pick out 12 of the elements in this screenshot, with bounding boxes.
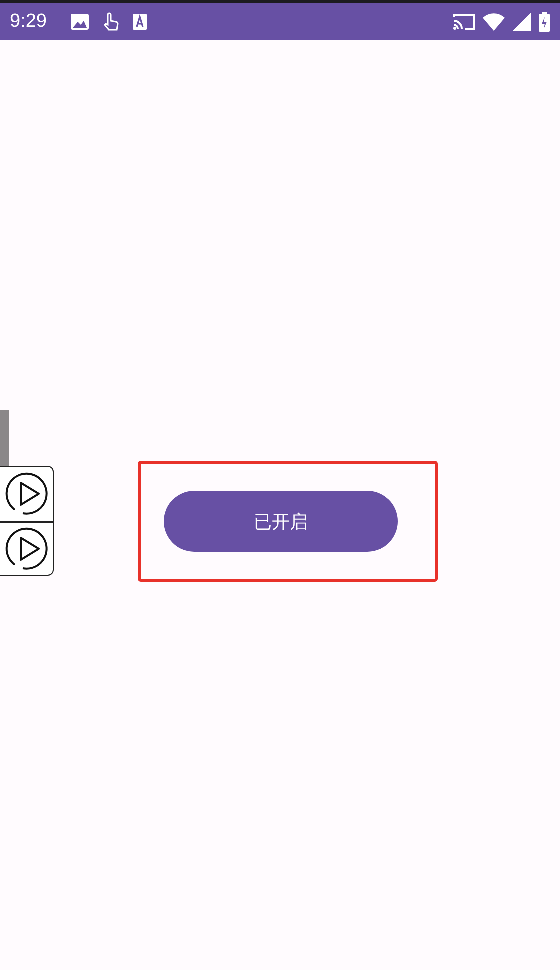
image-icon: [70, 14, 89, 30]
signal-icon: [513, 12, 531, 30]
toggle-button[interactable]: 已开启: [164, 491, 398, 552]
play-icon: [4, 526, 50, 572]
wifi-icon: [483, 12, 505, 30]
text-icon: [132, 14, 147, 30]
play-icon: [4, 471, 50, 517]
status-time: 9:29: [10, 10, 47, 32]
cast-icon: [453, 12, 475, 30]
hand-icon: [102, 12, 119, 32]
battery-icon: [539, 12, 550, 32]
drag-handle[interactable]: [0, 410, 9, 466]
